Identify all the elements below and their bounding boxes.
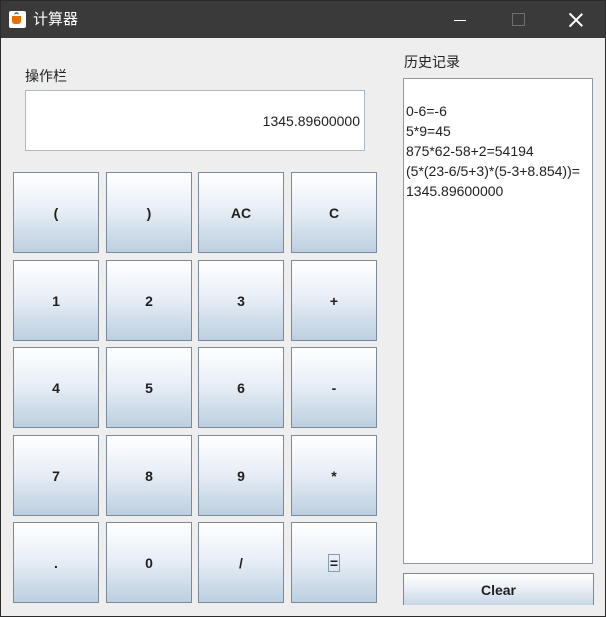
calculator-display[interactable]: 1345.89600000 — [25, 90, 365, 151]
button-label: / — [239, 554, 243, 571]
java-app-icon — [9, 11, 26, 28]
button-label: 6 — [237, 379, 245, 396]
history-line: 875*62-58+2=54194 — [406, 143, 534, 159]
clear-history-label: Clear — [480, 581, 517, 598]
button-label: 1 — [52, 292, 60, 309]
button-label: . — [54, 554, 58, 571]
button-label: + — [329, 292, 339, 309]
digit-7-button[interactable]: 7 — [13, 435, 99, 516]
decimal-point-button[interactable]: . — [13, 522, 99, 603]
title-bar[interactable]: 计算器 — [1, 1, 605, 38]
history-line: 5*9=45 — [406, 123, 451, 139]
calculator-window: 计算器 操作栏 1345.89600000 ( ) AC C 1 2 3 + 4… — [0, 0, 606, 617]
history-line: (5*(23-6/5+3)*(5-3+8.854))= — [406, 163, 580, 179]
digit-9-button[interactable]: 9 — [198, 435, 284, 516]
digit-0-button[interactable]: 0 — [106, 522, 192, 603]
button-label: ( — [53, 204, 59, 221]
button-label: 7 — [52, 467, 60, 484]
button-label: 8 — [145, 467, 153, 484]
maximize-icon — [511, 13, 525, 26]
button-label: 3 — [237, 292, 245, 309]
clear-entry-button[interactable]: C — [291, 172, 377, 253]
button-label: 9 — [237, 467, 245, 484]
multiply-button[interactable]: * — [291, 435, 377, 516]
button-label: * — [331, 467, 337, 484]
button-label: 0 — [145, 554, 153, 571]
button-label: ) — [146, 204, 152, 221]
digit-4-button[interactable]: 4 — [13, 347, 99, 428]
history-text-area[interactable]: 0-6=-6 5*9=45 875*62-58+2=54194 (5*(23-6… — [403, 78, 593, 564]
equals-button[interactable]: = — [291, 522, 377, 603]
close-paren-button[interactable]: ) — [106, 172, 192, 253]
minimize-button[interactable] — [431, 1, 489, 38]
digit-8-button[interactable]: 8 — [106, 435, 192, 516]
maximize-button — [489, 1, 547, 38]
button-label: 4 — [52, 379, 60, 396]
digit-5-button[interactable]: 5 — [106, 347, 192, 428]
divide-button[interactable]: / — [198, 522, 284, 603]
close-icon — [569, 13, 583, 27]
button-label: 5 — [145, 379, 153, 396]
history-line: 1345.89600000 — [406, 183, 504, 199]
operation-label: 操作栏 — [25, 69, 67, 85]
window-title: 计算器 — [33, 10, 79, 28]
all-clear-button[interactable]: AC — [198, 172, 284, 253]
digit-2-button[interactable]: 2 — [106, 260, 192, 341]
clear-history-button[interactable]: Clear — [403, 573, 594, 605]
digit-6-button[interactable]: 6 — [198, 347, 284, 428]
digit-3-button[interactable]: 3 — [198, 260, 284, 341]
history-label: 历史记录 — [404, 55, 460, 71]
minimize-icon — [454, 20, 466, 21]
digit-1-button[interactable]: 1 — [13, 260, 99, 341]
open-paren-button[interactable]: ( — [13, 172, 99, 253]
button-label: AC — [230, 204, 252, 221]
button-label: = — [327, 553, 341, 572]
minus-button[interactable]: - — [291, 347, 377, 428]
history-line: 0-6=-6 — [406, 103, 447, 119]
button-label: C — [328, 204, 340, 221]
plus-button[interactable]: + — [291, 260, 377, 341]
close-button[interactable] — [547, 1, 605, 38]
button-label: - — [331, 379, 337, 396]
button-label: 2 — [145, 292, 153, 309]
